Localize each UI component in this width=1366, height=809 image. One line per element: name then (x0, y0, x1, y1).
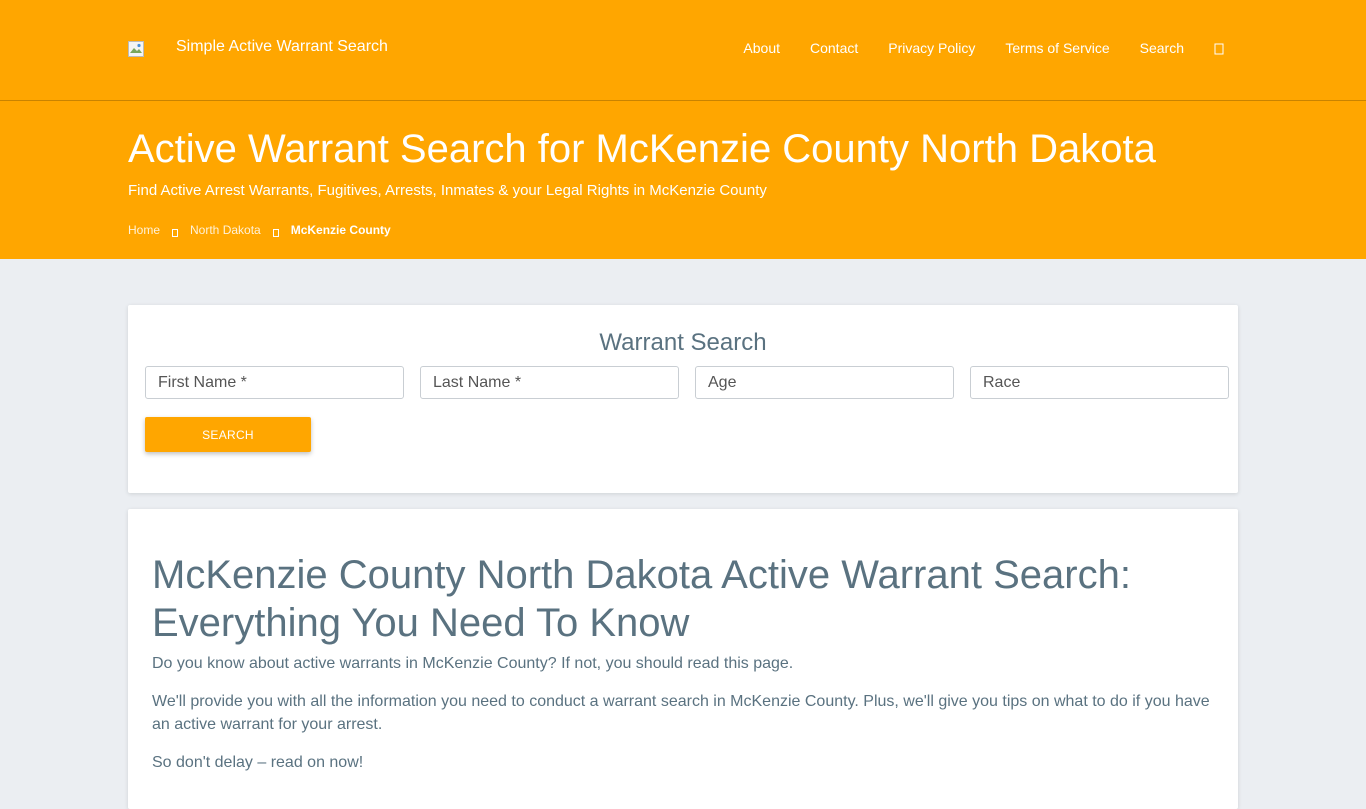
breadcrumb-separator-icon (272, 226, 279, 237)
search-card-title: Warrant Search (599, 329, 767, 356)
warrant-search-card: Warrant Search SEARCH (128, 305, 1238, 493)
nav-link-terms-of-service[interactable]: Terms of Service (1005, 40, 1109, 56)
article-paragraph: So don't delay – read on now! (152, 754, 364, 771)
search-fields (145, 366, 1229, 399)
race-input[interactable] (970, 366, 1229, 399)
site-title[interactable]: Simple Active Warrant Search (176, 38, 388, 56)
search-button[interactable]: SEARCH (145, 417, 311, 452)
brand[interactable]: Simple Active Warrant Search (128, 38, 388, 57)
page-title: Active Warrant Search for McKenzie Count… (128, 127, 1156, 171)
main-nav: About Contact Privacy Policy Terms of Se… (713, 40, 1226, 56)
menu-icon[interactable] (1214, 42, 1226, 55)
breadcrumb-north-dakota[interactable]: North Dakota (190, 223, 261, 237)
nav-link-contact[interactable]: Contact (810, 40, 858, 56)
article-heading: McKenzie County North Dakota Active Warr… (152, 553, 1131, 645)
broken-image-icon[interactable] (128, 41, 144, 57)
nav-link-privacy-policy[interactable]: Privacy Policy (888, 40, 975, 56)
top-navbar: Simple Active Warrant Search About Conta… (0, 0, 1366, 101)
breadcrumb-separator-icon (172, 226, 179, 237)
article-paragraph: We'll provide you with all the informati… (152, 693, 1210, 733)
article-card: McKenzie County North Dakota Active Warr… (128, 509, 1238, 809)
article-paragraph: Do you know about active warrants in McK… (152, 655, 794, 672)
nav-link-search[interactable]: Search (1140, 40, 1184, 56)
breadcrumb-current: McKenzie County (290, 223, 391, 237)
breadcrumb-home[interactable]: Home (128, 223, 160, 237)
page-hero: Active Warrant Search for McKenzie Count… (0, 101, 1366, 259)
breadcrumb: Home North Dakota McKenzie County (128, 223, 391, 237)
first-name-input[interactable] (145, 366, 404, 399)
age-input[interactable] (695, 366, 954, 399)
last-name-input[interactable] (420, 366, 679, 399)
page-subtitle: Find Active Arrest Warrants, Fugitives, … (128, 182, 767, 199)
nav-link-about[interactable]: About (743, 40, 780, 56)
